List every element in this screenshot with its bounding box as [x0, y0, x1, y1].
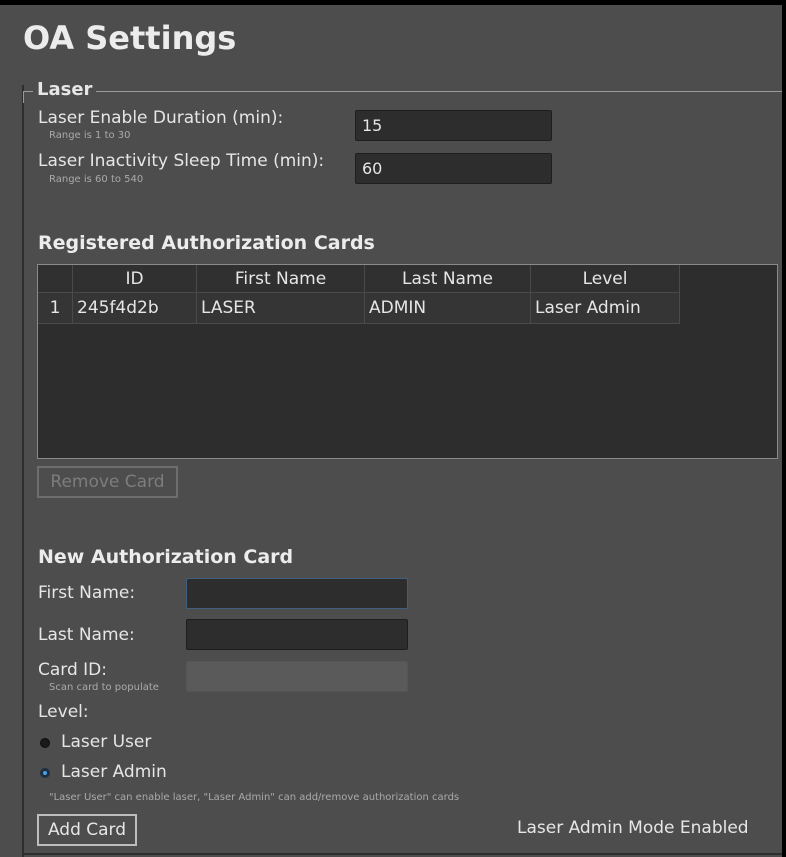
row-index-cell: 1	[38, 293, 73, 324]
level-label: Level:	[38, 702, 89, 722]
column-header-first-name[interactable]: First Name	[197, 265, 365, 293]
remove-card-button[interactable]: Remove Card	[37, 466, 178, 498]
page-title: OA Settings	[23, 19, 237, 57]
cards-table[interactable]: ID First Name Last Name Level 1 245f4d2b…	[37, 264, 778, 459]
add-card-button[interactable]: Add Card	[37, 814, 137, 846]
last-name-input[interactable]	[186, 619, 408, 650]
card-id-label: Card ID:	[38, 660, 108, 680]
laser-admin-radio-label[interactable]: Laser Admin	[61, 764, 167, 781]
inactivity-sleep-label: Laser Inactivity Sleep Time (min):	[38, 151, 325, 171]
enable-duration-hint: Range is 1 to 30	[49, 130, 131, 141]
first-name-cell: LASER	[197, 293, 365, 324]
card-id-cell: 245f4d2b	[73, 293, 197, 324]
admin-mode-status: Laser Admin Mode Enabled	[517, 818, 749, 838]
laser-user-radio-label[interactable]: Laser User	[61, 734, 151, 751]
card-id-hint: Scan card to populate	[49, 682, 159, 693]
content-left-border	[22, 85, 24, 857]
radio-selected-icon[interactable]	[40, 768, 50, 778]
inactivity-sleep-input[interactable]: 60	[355, 153, 552, 184]
level-description-note: "Laser User" can enable laser, "Laser Ad…	[49, 792, 460, 803]
registered-cards-heading: Registered Authorization Cards	[38, 232, 375, 254]
laser-group-border	[23, 91, 782, 92]
enable-duration-input[interactable]: 15	[355, 110, 552, 141]
window-right-border	[782, 0, 786, 857]
column-header-id[interactable]: ID	[73, 265, 197, 293]
column-header-index[interactable]	[38, 265, 73, 293]
last-name-cell: ADMIN	[365, 293, 531, 324]
radio-unselected-icon[interactable]	[40, 738, 50, 748]
laser-group-legend: Laser	[33, 80, 97, 100]
new-card-heading: New Authorization Card	[38, 546, 294, 568]
inactivity-sleep-hint: Range is 60 to 540	[49, 174, 144, 185]
laser-group-border-corner	[23, 91, 24, 103]
column-header-level[interactable]: Level	[531, 265, 680, 293]
last-name-label: Last Name:	[38, 625, 135, 645]
card-id-input	[186, 661, 408, 692]
content-bottom-border	[22, 853, 782, 855]
first-name-label: First Name:	[38, 583, 136, 603]
table-row[interactable]: 1 245f4d2b LASER ADMIN Laser Admin	[38, 293, 680, 324]
enable-duration-label: Laser Enable Duration (min):	[38, 108, 284, 128]
column-header-last-name[interactable]: Last Name	[365, 265, 531, 293]
window-top-border	[0, 0, 786, 5]
first-name-input[interactable]	[186, 578, 408, 609]
level-cell: Laser Admin	[531, 293, 680, 324]
table-header: ID First Name Last Name Level	[38, 265, 680, 293]
